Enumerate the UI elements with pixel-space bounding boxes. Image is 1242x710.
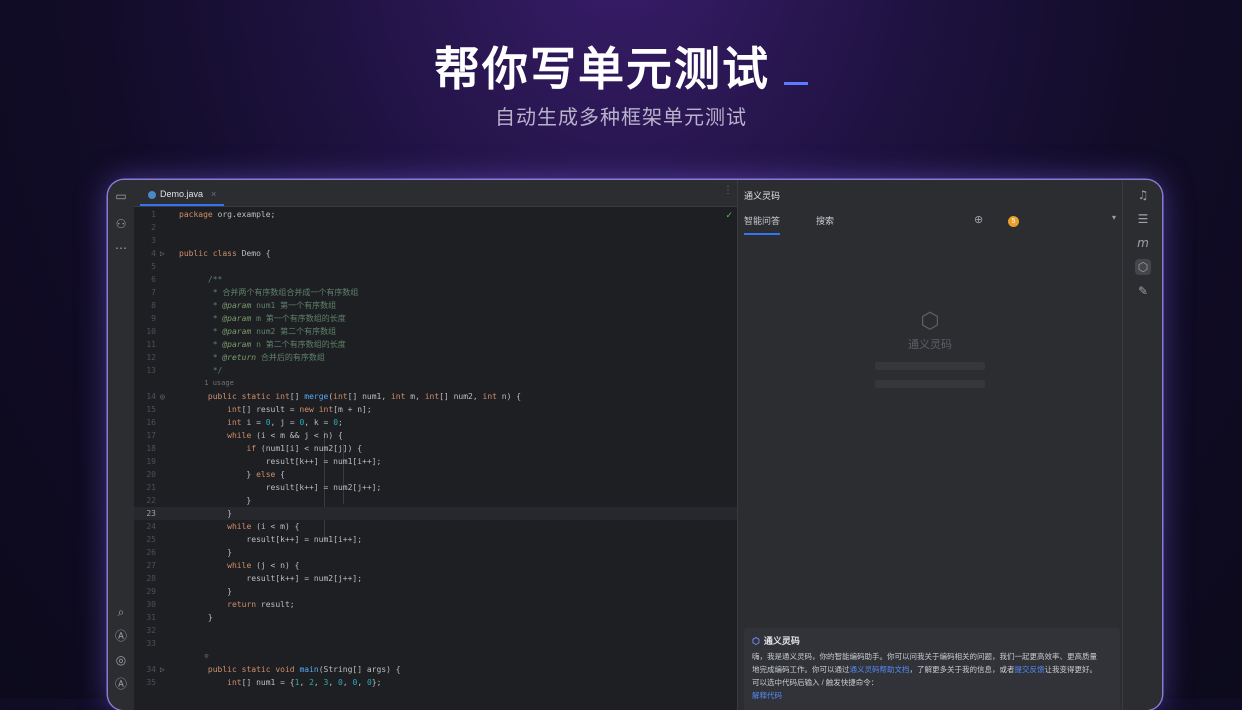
java-file-icon (148, 190, 156, 199)
hero-title: 帮你写单元测试 (0, 33, 1242, 99)
maven-icon[interactable]: m (1135, 235, 1151, 251)
close-icon[interactable]: × (211, 189, 216, 199)
code-line: ⊙ (179, 652, 209, 660)
code-line: 24 while (i < m) { (146, 522, 300, 531)
code-line: 30 return result; (146, 600, 295, 609)
code-line: 13 */ (146, 366, 223, 375)
code-line: 15 int[] result = new int[m + n]; (146, 405, 372, 414)
code-editor[interactable]: Demo.java × ⋮ ✓ 1 package org.example; 2 3… (134, 180, 737, 710)
code-line: 34 ▷ public static void main(String[] arg… (146, 663, 401, 676)
chat-line: 嗨，我是通义灵码，你的智能编码助手。你可以问我关于编码相关的问题，我们一起更高效… (752, 652, 1097, 661)
code-line: 7 * 合并两个有序数组合并成一个有序数组 (151, 288, 359, 297)
tab-demo-java[interactable]: Demo.java × (140, 184, 225, 206)
ai-alt-icon[interactable]: Ⓐ (113, 676, 129, 692)
editor-tab-bar: Demo.java × ⋮ (134, 180, 737, 207)
chat-line: 可以选中代码后输入 / 触发快捷命令： (752, 678, 879, 687)
tongyi-avatar-icon: ⬡ (752, 636, 760, 646)
code-line: 18 if (num1[i] < num2[j]) { (146, 444, 363, 453)
bell-icon[interactable]: ♫ (1135, 187, 1151, 203)
code-line: 33 (146, 639, 156, 648)
search-icon[interactable]: ⌕ (113, 604, 129, 620)
code-line: 8 * @param num1 第一个有序数组 (151, 301, 337, 310)
typing-cursor (784, 82, 808, 85)
chevron-down-icon: ▾ (1111, 213, 1116, 222)
code-line: 16 int i = 0, j = 0, k = 0; (146, 418, 343, 427)
code-line: 11 * @param n 第二个有序数组的长度 (146, 340, 346, 349)
folder-icon[interactable]: ▭ (113, 188, 129, 204)
override-gutter-icon[interactable]: ◎ (160, 390, 170, 403)
run-gutter-icon[interactable]: ▷ (160, 663, 170, 676)
code-line: 17 while (i < m && j < n) { (146, 431, 343, 440)
add-icon[interactable]: ⊕ (974, 213, 983, 226)
chat-sender: ⬡ 通义灵码 (752, 636, 800, 646)
tab-qa[interactable]: 智能问答 (744, 214, 781, 235)
code-line: 1 package org.example; (151, 210, 276, 219)
model-selector[interactable]: 5 ▾ (1008, 213, 1116, 228)
ai-assistant-panel: 通义灵码 智能问答 搜索 ⊕ 5 ▾ ⬡ 通义灵码 ⬡ 通义灵码 嗨，我是通义灵码… (738, 180, 1122, 710)
hero-subtitle: 自动生成多种框架单元测试 (495, 105, 747, 129)
tab-label: Demo.java (160, 189, 204, 199)
code-line: 26 } (146, 548, 232, 557)
code-line: 27 while (j < n) { (146, 561, 300, 570)
structure-icon[interactable]: ⚇ (113, 216, 129, 232)
code-line: 20 } else { (146, 470, 285, 479)
tongyi-logo-icon: ⬡ (920, 308, 940, 333)
tongyi-icon[interactable]: ⬡ (1135, 259, 1151, 275)
badge-count: 5 (1008, 216, 1019, 228)
code-line: 31 } (146, 613, 213, 622)
ide-window: ▭ ⚇ ⋯ ⌕ Ⓐ ◎ Ⓐ Demo.java × ⋮ ✓ 1 package or… (108, 180, 1162, 710)
code-line: 22 } (146, 496, 252, 505)
code-line: 21 result[k++] = num2[j++]; (146, 483, 382, 492)
empty-state-name: 通义灵码 (908, 339, 952, 351)
run-icon[interactable]: ◎ (113, 652, 129, 668)
code-line: 6 /** (151, 275, 223, 284)
chat-body: 嗨，我是通义灵码，你的智能编码助手。你可以问我关于编码相关的问题，我们一起更高效… (752, 650, 1112, 702)
panel-title: 通义灵码 (744, 191, 781, 201)
code-line: 28 result[k++] = num2[j++]; (146, 574, 363, 583)
right-tool-rail: ♫ ☰ m ⬡ ✎ (1122, 180, 1162, 710)
code-line: 3 (151, 236, 156, 245)
run-gutter-icon[interactable]: ▷ (160, 247, 170, 260)
code-line: 1 usage (179, 379, 234, 387)
code-line: 32 (146, 626, 156, 635)
chat-message: ⬡ 通义灵码 嗨，我是通义灵码，你的智能编码助手。你可以问我关于编码相关的问题，我… (744, 628, 1120, 710)
code-line: 19 result[k++] = num1[i++]; (146, 457, 382, 466)
code-line: 2 (151, 223, 156, 232)
options-icon[interactable]: ⋮ (723, 185, 733, 196)
ai-icon[interactable]: Ⓐ (113, 628, 129, 644)
code-line: 4 ▷ public class Demo { (151, 247, 271, 260)
explain-code-link[interactable]: 解释代码 (752, 689, 1112, 702)
left-tool-rail: ▭ ⚇ ⋯ ⌕ Ⓐ ◎ Ⓐ (108, 180, 135, 710)
tab-search[interactable]: 搜索 (816, 214, 834, 227)
code-line: 12 * @return 合并后的有序数组 (146, 353, 325, 362)
database-icon[interactable]: ☰ (1135, 211, 1151, 227)
code-line: 9 * @param m 第一个有序数组的长度 (151, 314, 346, 323)
more-icon[interactable]: ⋯ (113, 240, 129, 256)
code-line-current: 23 } (134, 507, 737, 520)
shortcut-hint (875, 380, 985, 388)
empty-state: ⬡ 通义灵码 (738, 308, 1122, 388)
notes-icon[interactable]: ✎ (1135, 283, 1151, 299)
code-line: 25 result[k++] = num1[i++]; (146, 535, 363, 544)
code-line: 29 } (146, 587, 232, 596)
help-doc-link[interactable]: 通义灵码帮助文档 (850, 665, 910, 674)
code-line: 10 * @param num2 第二个有序数组 (146, 327, 337, 336)
code-line: 14 ◎ public static int[] merge(int[] num1… (146, 390, 522, 403)
feedback-link[interactable]: 提交反馈 (1015, 665, 1045, 674)
code-line: 35 int[] num1 = {1, 2, 3, 0, 0, 0}; (146, 678, 382, 687)
code-line: 5 (151, 262, 156, 271)
chat-line: 地完成编码工作。你可以通过通义灵码帮助文档，了解更多关于我的信息，或者提交反馈让… (752, 665, 1097, 674)
shortcut-hint (875, 362, 985, 370)
